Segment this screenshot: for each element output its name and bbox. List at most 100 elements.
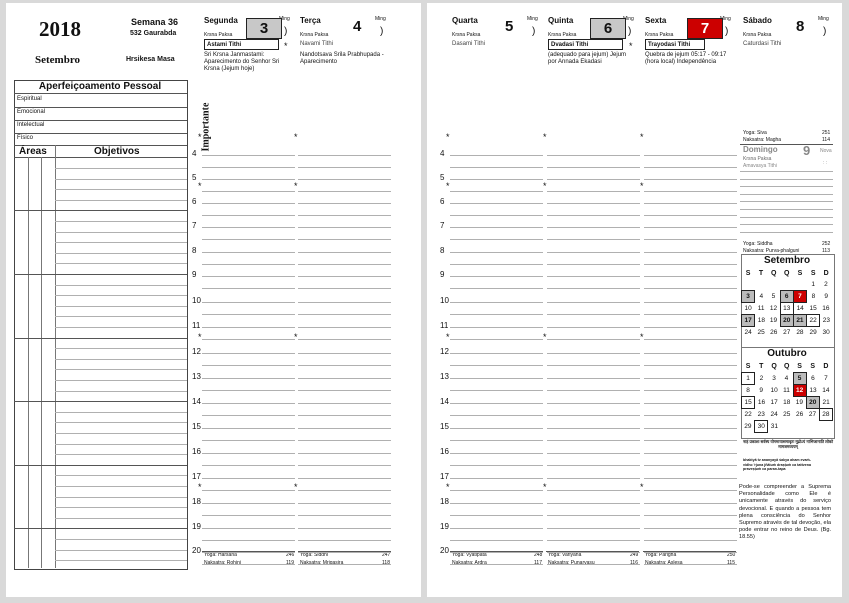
calendar-day[interactable]: 17 [740, 314, 756, 327]
calendar-day[interactable]: 29 [807, 327, 820, 339]
calendar-day[interactable]: 7 [819, 373, 832, 385]
calendar-day[interactable]: 10 [768, 385, 781, 397]
calendar-day[interactable]: 19 [793, 397, 806, 409]
calendar-day[interactable]: 24 [768, 409, 781, 421]
calendar-day[interactable]: 8 [742, 385, 755, 397]
calendar-day[interactable]: 14 [793, 303, 806, 315]
calendar-day[interactable] [806, 421, 819, 433]
day-name: Quinta [548, 16, 574, 25]
calendar-day[interactable]: 12 [792, 384, 807, 397]
gaurabda-year: 532 Gaurabda [130, 30, 177, 37]
calendar-day[interactable]: 26 [767, 327, 780, 339]
objective-line [14, 464, 187, 466]
calendar-day[interactable]: 25 [780, 409, 793, 421]
calendar-day[interactable]: 15 [807, 303, 820, 315]
calendar-day[interactable]: 29 [742, 421, 755, 433]
calendar-day[interactable]: 1 [807, 279, 820, 291]
half-hour-line [547, 440, 640, 441]
calendar-day[interactable]: 19 [767, 315, 780, 327]
calendar-day[interactable]: 1 [740, 372, 756, 385]
calendar-day[interactable]: 16 [820, 303, 833, 315]
calendar-day[interactable]: 14 [819, 385, 832, 397]
calendar-day[interactable]: 12 [767, 303, 780, 315]
calendar-day[interactable]: 22 [742, 409, 755, 421]
half-hour-line [644, 415, 737, 416]
calendar-day[interactable]: 31 [768, 421, 781, 433]
calendar-day[interactable]: 28 [818, 408, 834, 421]
calendar-day[interactable]: 3 [768, 373, 781, 385]
hour-line [298, 552, 391, 553]
calendar-day[interactable]: 27 [806, 409, 819, 421]
calendar-day[interactable]: 11 [780, 385, 793, 397]
hour-line [202, 528, 295, 529]
calendar-day[interactable]: 4 [755, 291, 768, 303]
calendar-day[interactable]: 22 [806, 314, 821, 327]
calendar-day[interactable] [793, 279, 806, 291]
calendar-day[interactable]: 27 [780, 327, 793, 339]
calendar-day[interactable]: 3 [740, 290, 756, 303]
calendar-day[interactable]: 21 [819, 397, 832, 409]
calendar-day[interactable]: 18 [780, 397, 793, 409]
calendar-day[interactable] [755, 279, 768, 291]
half-hour-line [450, 390, 543, 391]
calendar-day[interactable]: 6 [806, 373, 819, 385]
calendar-day[interactable]: 30 [820, 327, 833, 339]
calendar-day[interactable]: 17 [768, 397, 781, 409]
calendar-day[interactable]: 20 [805, 396, 820, 409]
half-hour-line [202, 564, 295, 565]
calendar-day[interactable] [780, 421, 793, 433]
calendar-day[interactable]: 4 [780, 373, 793, 385]
calendar-day[interactable]: 8 [807, 291, 820, 303]
calendar-day[interactable]: 23 [820, 315, 833, 327]
calendar-day[interactable]: 13 [806, 385, 819, 397]
calendar-day[interactable]: 2 [755, 373, 768, 385]
hour-label: 13 [192, 372, 201, 381]
tithi-label: Navami Tithi [300, 41, 334, 47]
calendar-day[interactable]: 20 [779, 314, 794, 327]
calendar-day[interactable]: 11 [755, 303, 768, 315]
calendar-day[interactable]: 30 [754, 420, 769, 433]
hour-line [202, 302, 295, 303]
half-hour-line [644, 314, 737, 315]
calendar-day[interactable]: 23 [755, 409, 768, 421]
calendar-day[interactable]: 9 [820, 291, 833, 303]
ming-label: Ming [818, 16, 829, 22]
calendar-day[interactable]: 25 [755, 327, 768, 339]
calendar-day[interactable]: 28 [793, 327, 806, 339]
calendar-day[interactable]: 10 [742, 303, 755, 315]
quote-text: Pode-se compreender a Suprema Personalid… [739, 484, 831, 541]
objective-line [55, 178, 187, 180]
calendar-day[interactable]: 15 [740, 396, 756, 409]
half-hour-line [547, 191, 640, 192]
calendar-day[interactable]: 2 [820, 279, 833, 291]
calendar-day[interactable]: 5 [767, 291, 780, 303]
calendar-day[interactable]: 26 [793, 409, 806, 421]
appointment-star: * [629, 41, 633, 51]
calendar-day[interactable]: 13 [779, 302, 794, 315]
row-divider [14, 107, 187, 108]
appointment-star: * [294, 132, 298, 142]
calendar-day[interactable] [793, 421, 806, 433]
calendar-day[interactable] [767, 279, 780, 291]
calendar-day[interactable] [819, 421, 832, 433]
calendar-day[interactable]: 5 [792, 372, 807, 385]
calendar-day[interactable]: 16 [755, 397, 768, 409]
calendar-day[interactable]: 6 [779, 290, 794, 303]
paksa-label: Krsna Paksa [452, 32, 481, 38]
hour-line [202, 453, 295, 454]
calendar-day[interactable]: 9 [755, 385, 768, 397]
calendar-day[interactable]: 18 [755, 315, 768, 327]
half-hour-line [547, 490, 640, 491]
half-hour-line [202, 314, 295, 315]
hour-line [202, 227, 295, 228]
hour-line [202, 203, 295, 204]
calendar-day[interactable]: 24 [742, 327, 755, 339]
calendar-day[interactable] [742, 279, 755, 291]
hour-line [298, 528, 391, 529]
hour-line [450, 552, 543, 553]
calendar-day[interactable] [780, 279, 793, 291]
calendar-day[interactable]: 21 [792, 314, 808, 327]
calendar-day[interactable]: 7 [792, 290, 808, 303]
sunday-line [740, 171, 833, 172]
calendar-october-title: Outubro [767, 348, 807, 359]
